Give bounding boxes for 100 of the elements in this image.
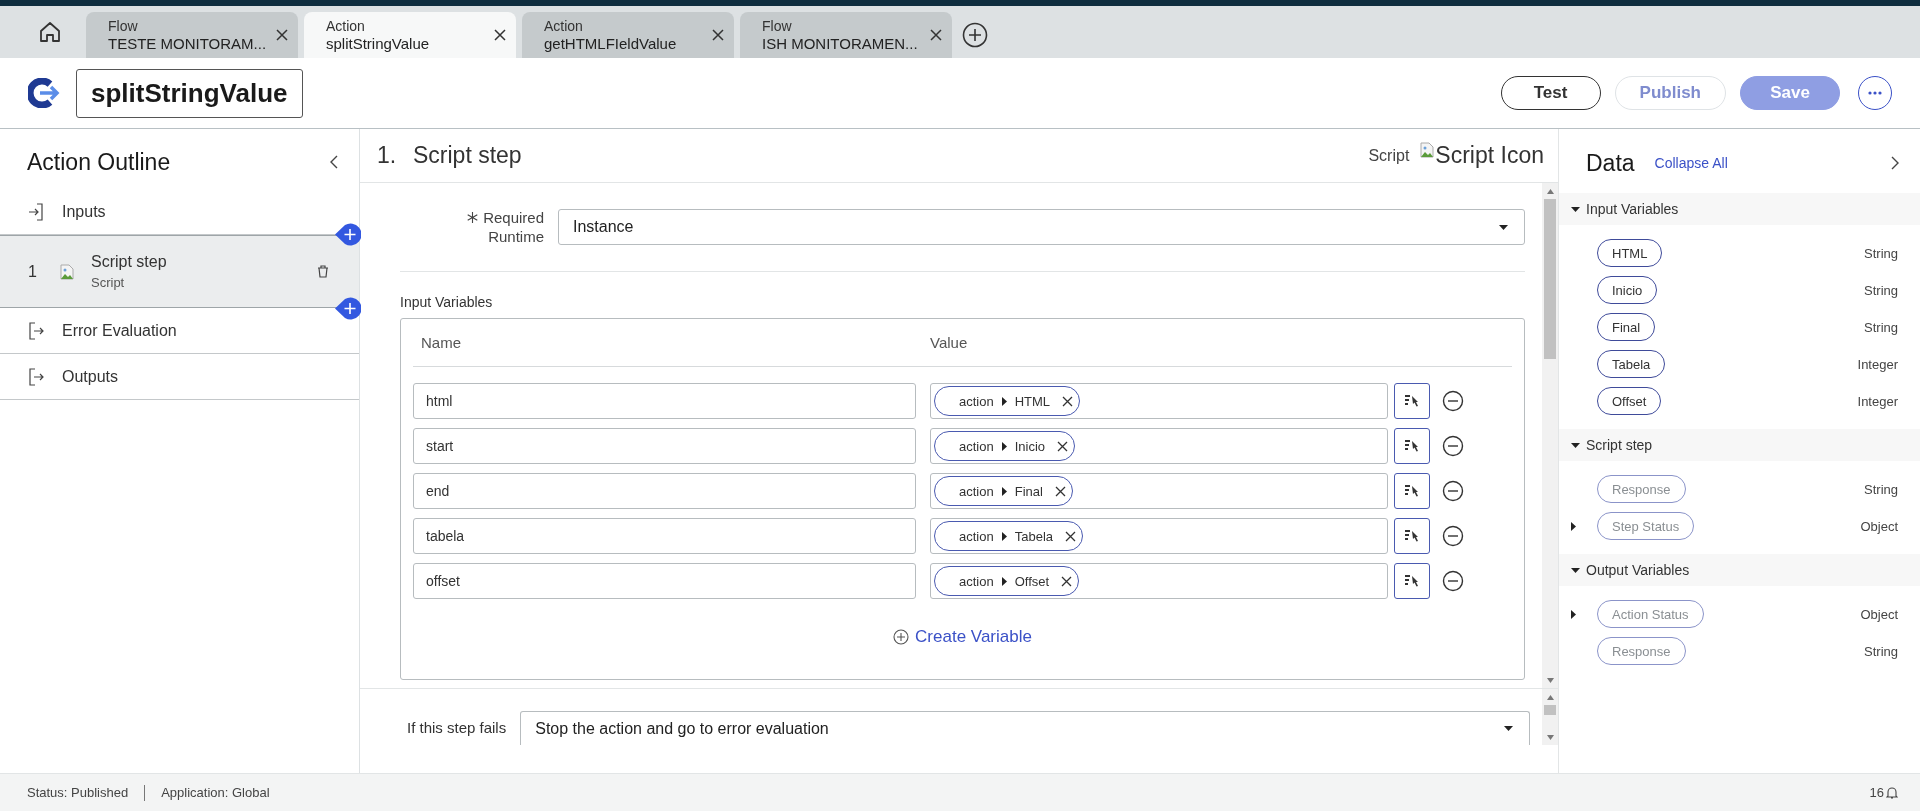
column-header: Value: [930, 334, 968, 351]
minus-circle-icon: [1442, 390, 1464, 412]
name-field[interactable]: start: [413, 428, 916, 464]
tab[interactable]: Action getHTMLFIeldValue: [522, 12, 734, 58]
caret-down-icon: [1499, 222, 1508, 232]
name-field[interactable]: tabela: [413, 518, 916, 554]
caret-right-icon: [999, 576, 1009, 586]
required-asterisk-icon: [467, 212, 479, 223]
runtime-select[interactable]: Instance: [558, 209, 1525, 245]
step-title: Script step: [413, 142, 522, 169]
scrollbar[interactable]: [1542, 183, 1558, 688]
create-variable-link[interactable]: Create Variable: [893, 627, 1032, 647]
value-field[interactable]: action Offset: [930, 563, 1388, 599]
minus-circle-icon: [1442, 480, 1464, 502]
tab-type: Flow: [108, 18, 139, 35]
plus-icon: [335, 223, 361, 246]
name-field[interactable]: offset: [413, 563, 916, 599]
tab[interactable]: Flow TESTE MONITORAM...: [86, 12, 298, 58]
tab-name: getHTMLFIeldValue: [544, 35, 678, 52]
step-number: 1.: [377, 142, 398, 169]
remove-button[interactable]: [1442, 390, 1464, 412]
scroll-down-icon[interactable]: [1546, 734, 1554, 740]
bell-icon: [1886, 786, 1898, 799]
data-section-header[interactable]: Output Variables: [1559, 554, 1920, 586]
variable-picker-button[interactable]: [1394, 473, 1430, 509]
chevron-right-icon: [1890, 156, 1900, 170]
variable-type: String: [1864, 245, 1898, 261]
name-field[interactable]: html: [413, 383, 916, 419]
close-tab-button[interactable]: [712, 29, 724, 41]
remove-button[interactable]: [1442, 435, 1464, 457]
add-step-button[interactable]: [335, 297, 361, 320]
variable-picker-button[interactable]: [1394, 428, 1430, 464]
tab-name: splitStringValue: [326, 35, 431, 52]
variable-picker-button[interactable]: [1394, 383, 1430, 419]
collapse-all-link[interactable]: Collapse All: [1654, 155, 1870, 171]
minus-circle-icon: [1442, 435, 1464, 457]
scroll-thumb[interactable]: [1544, 199, 1556, 359]
scroll-thumb[interactable]: [1544, 705, 1556, 715]
more-button[interactable]: [1858, 76, 1892, 110]
fail-action-select[interactable]: Stop the action and go to error evaluation: [520, 711, 1530, 745]
variable-picker-button[interactable]: [1394, 563, 1430, 599]
tab-name: ISH MONITORAMEN...: [762, 35, 919, 52]
close-icon: [1054, 485, 1066, 497]
header-button[interactable]: Test: [1500, 76, 1601, 110]
variable-type: String: [1864, 643, 1898, 659]
caret-down-icon: [1571, 204, 1580, 214]
scroll-down-icon[interactable]: [1546, 677, 1554, 683]
tab[interactable]: Flow ISH MONITORAMEN...: [740, 12, 952, 58]
variable-type: Integer: [1857, 356, 1898, 372]
close-icon: [1061, 575, 1073, 587]
close-tab-button[interactable]: [276, 29, 288, 41]
value-field[interactable]: action Inicio: [930, 428, 1388, 464]
delete-button[interactable]: [317, 265, 329, 278]
notifications-button[interactable]: 16: [1869, 785, 1898, 800]
chevron-left-icon: [329, 155, 339, 169]
collapse-panel-button[interactable]: [329, 155, 339, 169]
close-tab-button[interactable]: [494, 29, 506, 41]
variable-type: String: [1864, 319, 1898, 335]
expand-panel-button[interactable]: [1890, 156, 1900, 170]
list-pointer-icon: [1404, 394, 1420, 408]
close-icon: [1057, 440, 1069, 452]
value-field[interactable]: action Final: [930, 473, 1388, 509]
caret-right-icon: [999, 441, 1009, 451]
tab-type: Action: [326, 18, 366, 35]
name-field[interactable]: end: [413, 473, 916, 509]
step-type: Script: [1368, 146, 1410, 165]
data-section-header[interactable]: Input Variables: [1559, 193, 1920, 225]
remove-button[interactable]: [1442, 525, 1464, 547]
scroll-up-icon[interactable]: [1546, 188, 1554, 194]
data-section-header[interactable]: Script step: [1559, 429, 1920, 461]
sign-out-icon: [28, 321, 44, 340]
action-logo-icon: [28, 78, 62, 108]
new-tab-button[interactable]: [962, 22, 988, 48]
outline-title: Action Outline: [27, 148, 171, 176]
add-step-button[interactable]: [335, 223, 361, 246]
plus-circle-icon: [893, 629, 910, 645]
action-title[interactable]: splitStringValue: [76, 68, 303, 118]
image-alt-text: Script Icon: [1435, 142, 1544, 169]
plus-icon: [335, 297, 361, 320]
tab[interactable]: Action splitStringValue: [304, 12, 516, 58]
broken-image-icon: [1419, 142, 1436, 158]
remove-button[interactable]: [1442, 570, 1464, 592]
variable-picker-button[interactable]: [1394, 518, 1430, 554]
close-tab-button[interactable]: [930, 29, 942, 41]
scrollbar[interactable]: [1542, 689, 1558, 745]
value-field[interactable]: action HTML: [930, 383, 1388, 419]
close-icon: [930, 29, 942, 41]
outline-step[interactable]: 1 Script step Script: [0, 235, 359, 308]
remove-button[interactable]: [1442, 480, 1464, 502]
status-text: Status: Published: [27, 785, 129, 800]
step-number: 1: [28, 262, 38, 281]
list-pointer-icon: [1404, 529, 1420, 543]
close-icon: [1065, 530, 1076, 542]
more-icon: [1868, 91, 1882, 95]
variable-type: Object: [1860, 606, 1898, 622]
scroll-up-icon[interactable]: [1546, 694, 1554, 700]
variable-type: String: [1864, 481, 1898, 497]
value-field[interactable]: action Tabela: [930, 518, 1388, 554]
list-pointer-icon: [1404, 574, 1420, 588]
close-icon: [712, 29, 724, 41]
